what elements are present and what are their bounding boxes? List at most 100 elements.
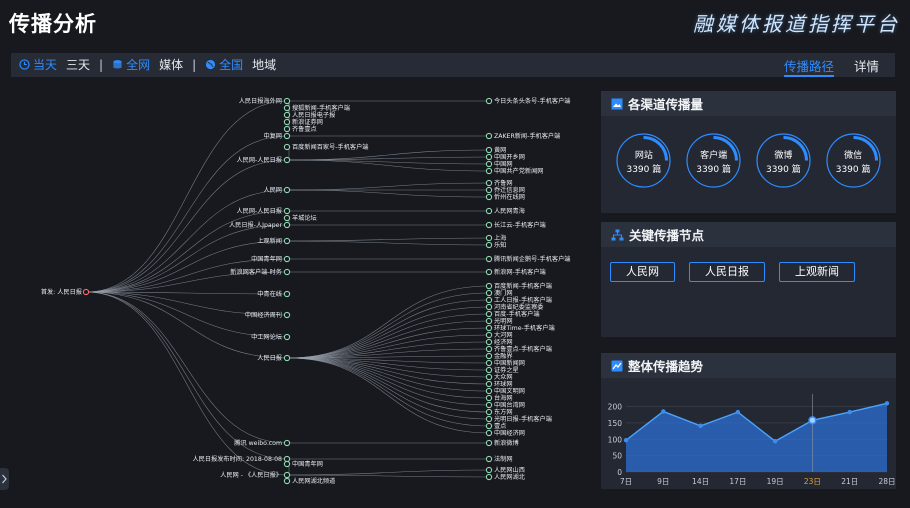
tree-node[interactable] (283, 186, 291, 194)
expand-sidebar-button[interactable] (0, 468, 9, 490)
tree-node[interactable] (485, 317, 493, 325)
tree-node[interactable] (283, 255, 291, 263)
tree-node[interactable] (485, 289, 493, 297)
tree-node[interactable] (485, 373, 493, 381)
tree-node[interactable] (485, 167, 493, 175)
tree-node[interactable] (485, 394, 493, 402)
tree-node-label: 人民日报发布时间: 2018-08-08 (192, 455, 282, 463)
tree-node[interactable] (485, 429, 493, 437)
tree-node[interactable] (485, 310, 493, 318)
tree-node[interactable] (485, 146, 493, 154)
tree-node[interactable] (283, 455, 291, 463)
tree-node[interactable] (485, 193, 493, 201)
filter-three-days[interactable]: 三天 (66, 56, 90, 73)
tree-node[interactable] (283, 290, 291, 298)
tree-node[interactable] (485, 234, 493, 242)
tree-node[interactable] (485, 439, 493, 447)
tree-node[interactable] (283, 111, 291, 119)
tree-link (286, 357, 490, 434)
tree-node[interactable] (283, 354, 291, 362)
data-point[interactable] (772, 439, 778, 444)
tree-node[interactable] (283, 471, 291, 479)
tree-node[interactable] (485, 186, 493, 194)
data-point[interactable] (808, 416, 817, 425)
tree-node[interactable] (283, 268, 291, 276)
filter-today[interactable]: 当天 (19, 56, 57, 73)
tree-node[interactable] (283, 132, 291, 140)
tree-node-label: 环球Time-手机客户端 (494, 324, 555, 332)
tree-node[interactable] (283, 439, 291, 447)
tree-node[interactable] (485, 282, 493, 290)
tree-node[interactable] (485, 422, 493, 430)
tree-node[interactable] (283, 333, 291, 341)
tree-node[interactable] (283, 143, 291, 151)
filter-nationwide[interactable]: 全国 (205, 56, 243, 73)
tree-node[interactable] (485, 303, 493, 311)
tree-node[interactable] (283, 237, 291, 245)
tree-node[interactable] (283, 311, 291, 319)
tree-node[interactable] (283, 207, 291, 215)
tree-node[interactable] (485, 408, 493, 416)
tree-node-label: 人民日报海外网 (239, 97, 282, 105)
tree-node[interactable] (283, 460, 291, 468)
tree-node[interactable] (283, 156, 291, 164)
tree-node[interactable] (283, 477, 291, 485)
tree-node-label: 乐知 (494, 241, 506, 249)
tree-node[interactable] (485, 455, 493, 463)
tree-node-label: 中国文明网 (494, 387, 525, 395)
tree-node[interactable] (485, 268, 493, 276)
tree-node[interactable] (485, 401, 493, 409)
tree-node[interactable] (82, 288, 90, 296)
tree-node[interactable] (485, 132, 493, 140)
tree-node[interactable] (485, 324, 493, 332)
tree-node[interactable] (485, 296, 493, 304)
key-node-button[interactable]: 上观新闻 (779, 262, 855, 282)
tree-node[interactable] (283, 97, 291, 105)
tree-node-label: 搜狐新闻-手机客户端 (292, 104, 350, 112)
filter-all-web[interactable]: 全网 (112, 56, 150, 73)
tree-node[interactable] (485, 473, 493, 481)
data-point[interactable] (847, 409, 852, 415)
tree-node[interactable] (485, 387, 493, 395)
tree-node[interactable] (485, 153, 493, 161)
data-point[interactable] (735, 409, 741, 415)
tree-node[interactable] (283, 104, 291, 112)
tree-node[interactable] (283, 125, 291, 133)
tree-node[interactable] (485, 221, 493, 229)
filter-region[interactable]: 地域 (252, 56, 276, 73)
key-node-button[interactable]: 人民网 (610, 262, 675, 282)
data-point[interactable] (698, 423, 703, 429)
tree-node[interactable] (485, 466, 493, 474)
tree-node[interactable] (485, 97, 493, 105)
data-point[interactable] (884, 401, 890, 406)
tree-node[interactable] (283, 118, 291, 126)
key-node-button[interactable]: 人民日报 (689, 262, 765, 282)
tree-node[interactable] (485, 352, 493, 360)
tree-node[interactable] (485, 207, 493, 215)
tree-node[interactable] (485, 415, 493, 423)
tree-node[interactable] (485, 366, 493, 374)
tree-node[interactable] (283, 214, 291, 222)
tree-node[interactable] (485, 179, 493, 187)
tree-node[interactable] (283, 221, 291, 229)
tree-node[interactable] (485, 160, 493, 168)
filter-nationwide-label: 全国 (219, 58, 244, 72)
tab-spread-path[interactable]: 传播路径 (783, 53, 834, 77)
filter-media[interactable]: 媒体 (159, 56, 183, 73)
tree-node-label: 中国共产党新闻网 (494, 167, 544, 175)
data-point[interactable] (661, 409, 666, 414)
tree-node-label: 羊城论坛 (292, 214, 317, 222)
clock-icon (19, 59, 30, 70)
tree-link (286, 237, 490, 242)
tree-node[interactable] (485, 255, 493, 263)
tab-details[interactable]: 详情 (854, 53, 879, 77)
tree-node[interactable] (485, 345, 493, 353)
data-point[interactable] (623, 438, 629, 443)
tree-node[interactable] (485, 331, 493, 339)
tree-node[interactable] (485, 359, 493, 367)
tree-node[interactable] (485, 380, 493, 388)
tree-node-label: 新浪网-手机客户端 (494, 268, 546, 276)
tree-node-label: 上观新闻 (257, 237, 282, 245)
tree-node[interactable] (485, 241, 493, 249)
tree-node[interactable] (485, 338, 493, 346)
